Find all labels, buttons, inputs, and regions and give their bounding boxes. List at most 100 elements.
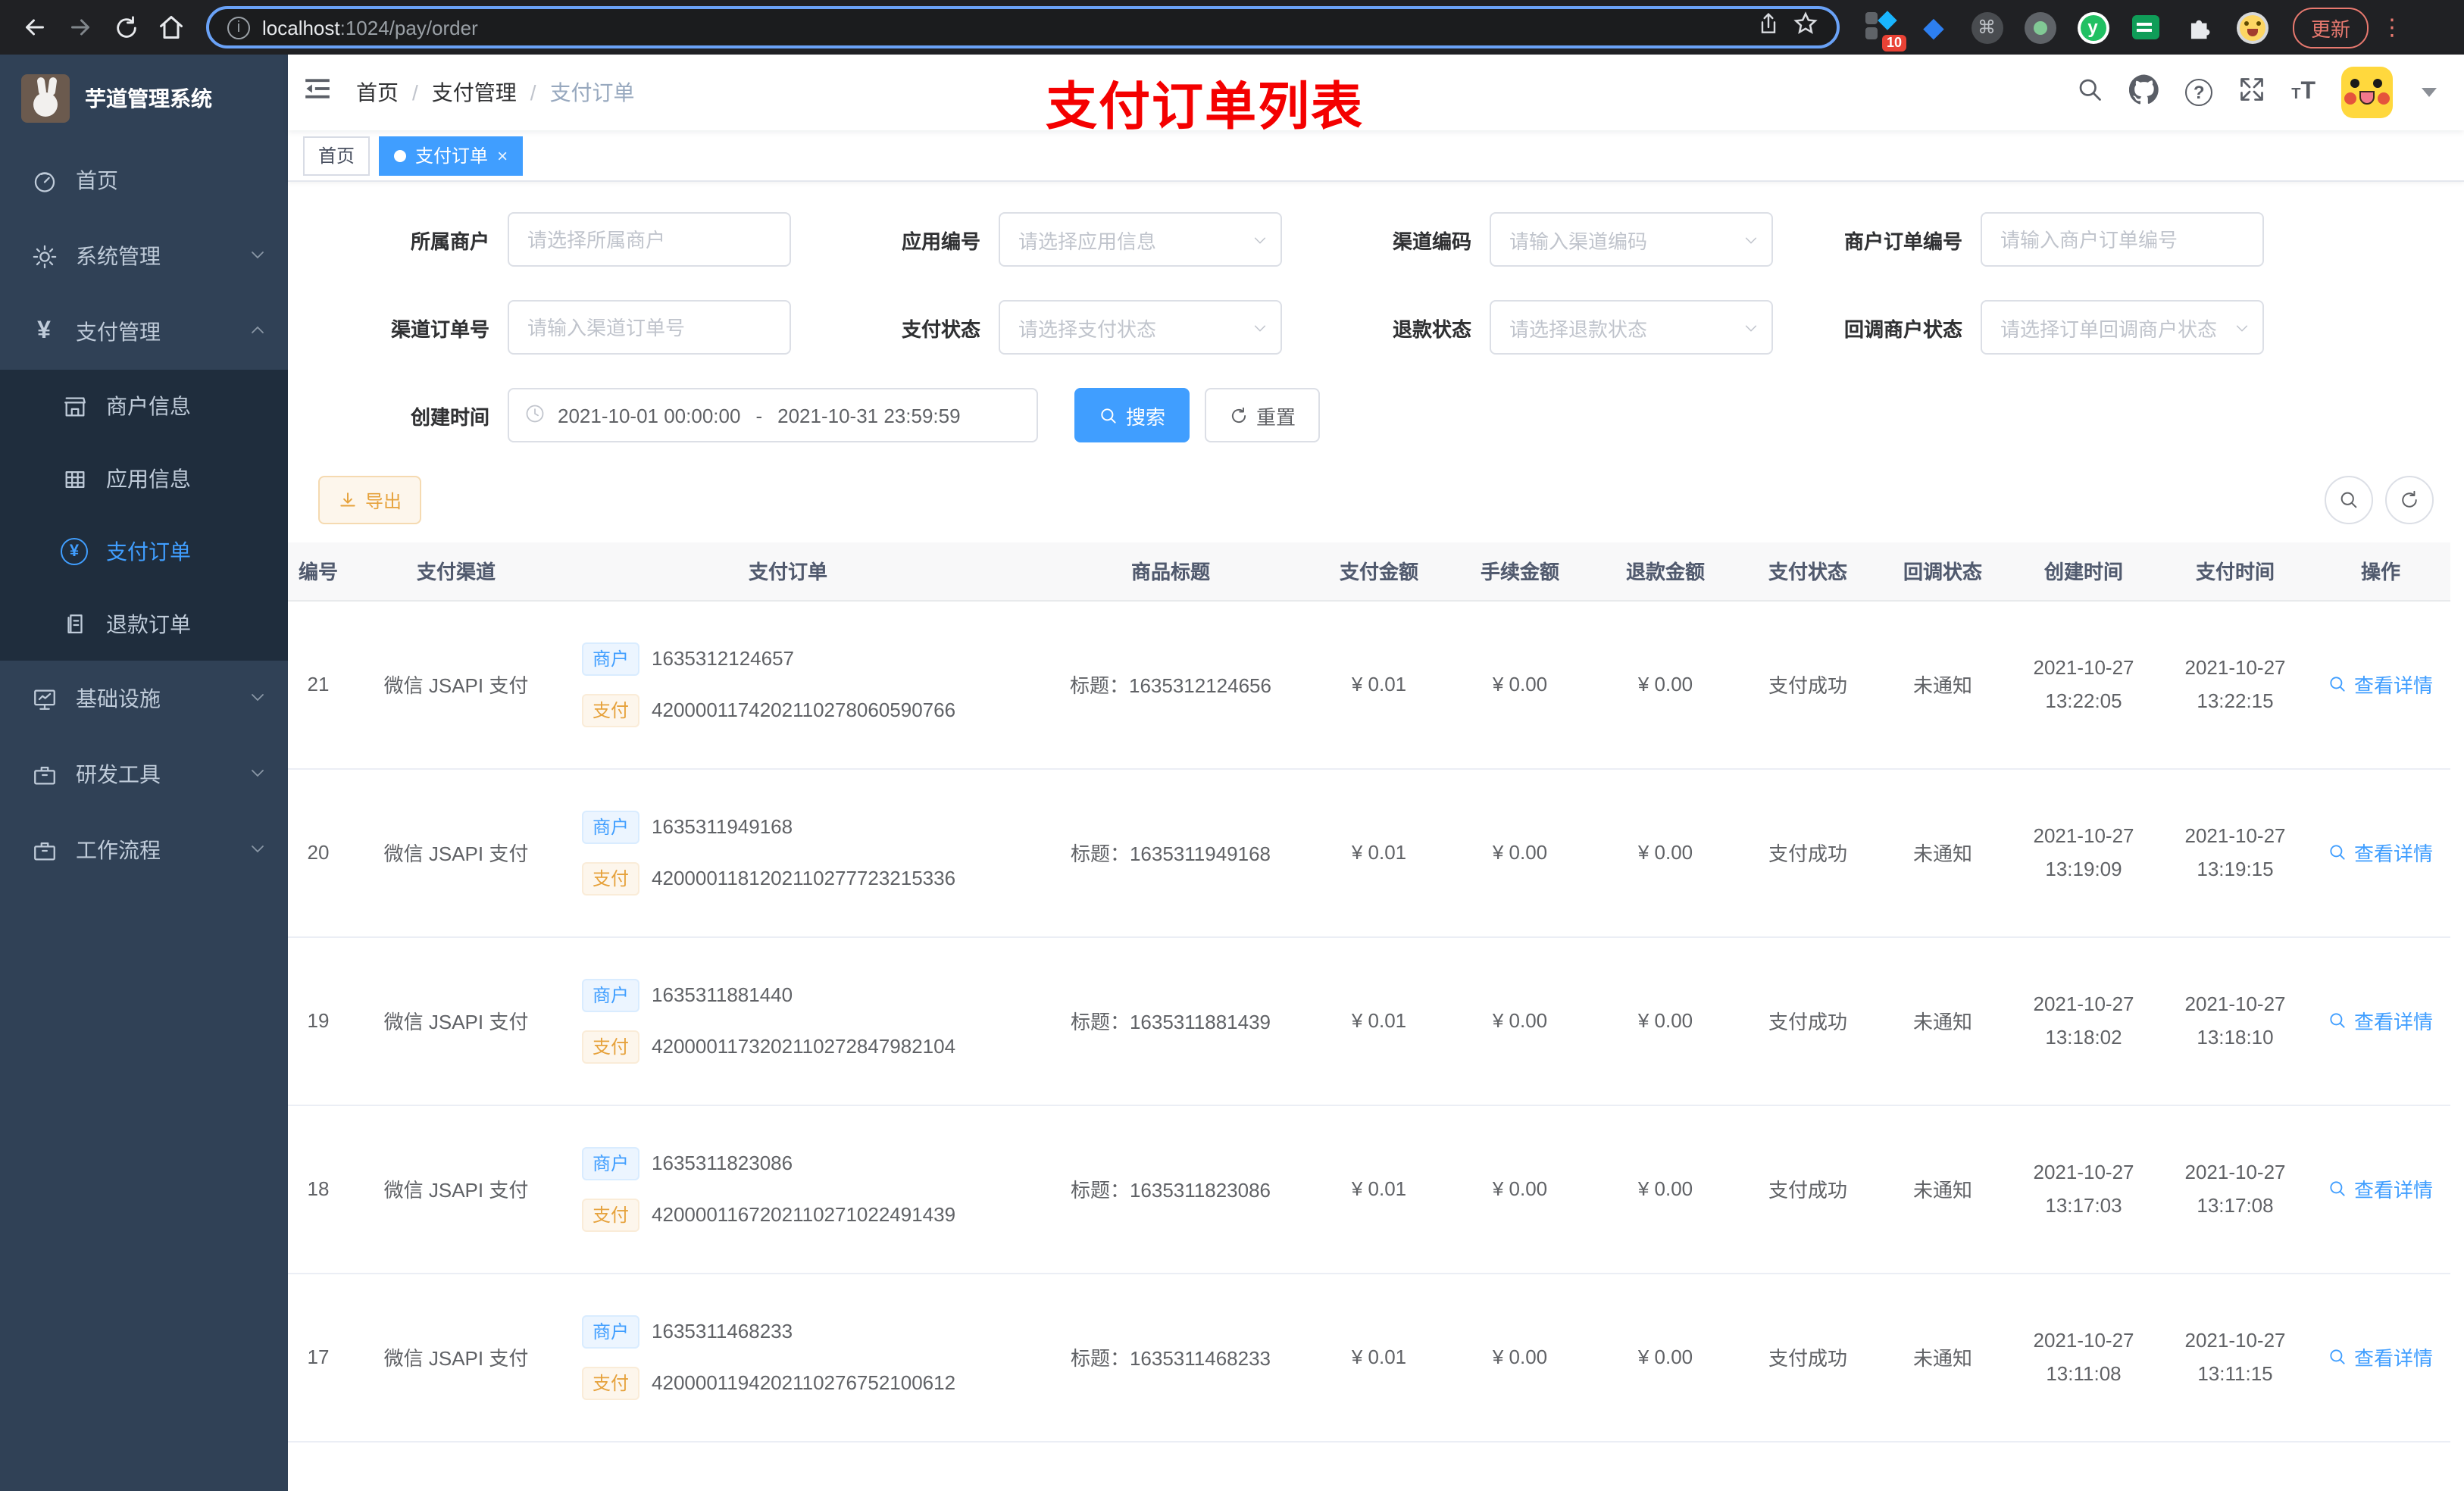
product-title-cell: 标题：1635311881439 xyxy=(1030,936,1311,1105)
pay-status-cell: 支付成功 xyxy=(1738,1105,1878,1274)
chevron-down-icon xyxy=(249,686,267,711)
chevron-down-icon xyxy=(249,838,267,862)
show-search-button[interactable] xyxy=(2325,476,2373,524)
sidebar-item-pay[interactable]: ¥ 支付管理 xyxy=(0,294,288,370)
view-detail-label: 查看详情 xyxy=(2353,842,2433,865)
refund-status-select[interactable]: 请选择退款状态 xyxy=(1490,300,1773,355)
avatar-caret-icon[interactable] xyxy=(2422,88,2437,97)
extension-command-icon[interactable]: ⌘ xyxy=(1970,11,2003,44)
sidebar-item-workflow[interactable]: 工作流程 xyxy=(0,812,288,888)
extension-dot-icon[interactable] xyxy=(2023,11,2056,44)
sidebar-item-home[interactable]: 首页 xyxy=(0,142,288,218)
extension-y-icon[interactable]: y xyxy=(2076,11,2109,44)
navbar: 首页 / 支付管理 / 支付订单 支付订单列表 ? TT xyxy=(288,55,2464,136)
url-path: :1024/pay/order xyxy=(339,16,478,39)
column-header: 手续金额 xyxy=(1447,542,1593,601)
view-detail-link[interactable]: 查看详情 xyxy=(2328,1174,2433,1203)
export-button[interactable]: 导出 xyxy=(318,476,422,524)
extension-gem-icon[interactable]: ◆ xyxy=(1917,11,1950,44)
sidebar-item-infra[interactable]: 基础设施 xyxy=(0,661,288,736)
pay-tag: 支付 xyxy=(582,1366,640,1399)
fee-amount-cell xyxy=(1447,1441,1593,1491)
view-detail-link[interactable]: 查看详情 xyxy=(2328,1006,2433,1035)
font-size-icon[interactable]: TT xyxy=(2291,79,2315,106)
refresh-button[interactable] xyxy=(2385,476,2434,524)
breadcrumb-pay[interactable]: 支付管理 xyxy=(432,77,517,108)
orders-table-wrap: 编号 支付渠道 支付订单 商品标题 支付金额 手续金额 退款金额 支付状态 回调状态 创建时间 支付… xyxy=(288,542,2464,1491)
merchant-order-no-input[interactable] xyxy=(1981,212,2264,267)
forward-icon[interactable] xyxy=(61,8,100,47)
pay-status-select[interactable]: 请选择支付状态 xyxy=(999,300,1282,355)
notify-status-cell: 未通知 xyxy=(1878,1105,2008,1274)
pay-order-line: 支付 4200001194202110276752100612 xyxy=(582,1366,955,1399)
chevron-down-icon xyxy=(1745,237,1757,244)
merchant-input[interactable] xyxy=(508,212,791,267)
product-title-cell: 标题：1635311823086 xyxy=(1030,1105,1311,1274)
pay-order-line: 支付 4200001173202110272847982104 xyxy=(582,1030,955,1063)
sidebar-item-pay-order[interactable]: ¥ 支付订单 xyxy=(0,515,288,588)
app-select[interactable]: 请选择应用信息 xyxy=(999,212,1282,267)
search-button[interactable]: 搜索 xyxy=(1074,388,1190,442)
table-row: 17 微信 JSAPI 支付 商户 1635311468233 支付 4200001194… xyxy=(288,1273,2450,1442)
app-logo-row[interactable]: 芋道管理系统 xyxy=(0,55,288,142)
chevron-down-icon xyxy=(1254,237,1266,244)
fee-amount-cell: ¥ 0.00 xyxy=(1447,1105,1593,1274)
pay-amount-cell: ¥ 0.01 xyxy=(1311,768,1447,937)
reload-icon[interactable] xyxy=(106,8,145,47)
created-time-cell: 2021-10-27 13:19:09 xyxy=(2008,768,2159,937)
sidebar-item-system[interactable]: 系统管理 xyxy=(0,218,288,294)
view-detail-link[interactable]: 查看详情 xyxy=(2328,838,2433,867)
sidebar-item-devtools[interactable]: 研发工具 xyxy=(0,736,288,812)
action-cell: 查看详情 xyxy=(2311,1273,2450,1442)
created-date: 2021-10-27 xyxy=(2033,1160,2134,1183)
chrome-menu-icon[interactable]: ⋮ xyxy=(2381,16,2403,39)
view-detail-link[interactable]: 查看详情 xyxy=(2328,1343,2433,1371)
reset-button[interactable]: 重置 xyxy=(1205,388,1321,442)
extension-chat-icon[interactable] xyxy=(2129,11,2162,44)
title-prefix: 标题： xyxy=(1070,1011,1130,1033)
channel-code-select[interactable]: 请输入渠道编码 xyxy=(1490,212,1773,267)
close-icon[interactable]: × xyxy=(497,146,508,164)
callback-status-select[interactable]: 请选择订单回调商户状态 xyxy=(1981,300,2264,355)
chrome-update-button[interactable]: 更新 xyxy=(2293,7,2369,48)
url-bar[interactable]: i localhost:1024/pay/order xyxy=(206,6,1840,48)
pay-status-cell xyxy=(1738,1441,1878,1491)
table-header-row: 编号 支付渠道 支付订单 商品标题 支付金额 手续金额 退款金额 支付状态 回调状态 创建时间 支付… xyxy=(288,542,2450,601)
create-time-range-picker[interactable]: 2021-10-01 00:00:00 - 2021-10-31 23:59:5… xyxy=(508,388,1038,442)
column-header: 创建时间 xyxy=(2008,542,2159,601)
search-icon[interactable] xyxy=(2076,75,2103,110)
briefcase-icon xyxy=(30,836,58,864)
profile-avatar-icon[interactable] xyxy=(2235,11,2269,44)
created-time: 13:17:03 xyxy=(2045,1193,2122,1216)
document-icon xyxy=(61,611,88,638)
fullscreen-icon[interactable] xyxy=(2238,75,2265,110)
bookmark-star-icon[interactable] xyxy=(1793,11,1818,44)
pay-channel-cell: 微信 JSAPI 支付 xyxy=(367,936,546,1105)
extension-grid-icon[interactable]: 10 xyxy=(1864,11,1906,52)
page-content: 所属商户 应用编号 请选择应用信息 渠道编码 请输入渠道编码 xyxy=(288,182,2464,1491)
help-icon[interactable]: ? xyxy=(2185,79,2213,106)
pay-order-lines: 商户 1635311823086 支付 42000011672021102710224… xyxy=(546,1146,1030,1231)
github-icon[interactable] xyxy=(2129,73,2159,111)
sidebar-item-refund-order[interactable]: 退款订单 xyxy=(0,588,288,661)
channel-order-no-input[interactable] xyxy=(508,300,791,355)
sidebar-item-app-info[interactable]: 应用信息 xyxy=(0,442,288,515)
back-icon[interactable] xyxy=(15,8,55,47)
order-id-cell: 20 xyxy=(288,768,367,937)
paid-time-cell: 2021-10-27 13:11:15 xyxy=(2159,1273,2311,1442)
merchant-order-no: 1635311468233 xyxy=(652,1320,793,1343)
sidebar-item-merchant-info[interactable]: 商户信息 xyxy=(0,370,288,442)
merchant-tag: 商户 xyxy=(582,810,640,843)
site-info-icon[interactable]: i xyxy=(227,16,250,39)
extensions-puzzle-icon[interactable] xyxy=(2182,11,2215,44)
tag-pay-order[interactable]: 支付订单 × xyxy=(379,136,524,175)
user-avatar[interactable] xyxy=(2341,67,2393,118)
share-icon[interactable] xyxy=(1756,11,1781,43)
view-detail-link[interactable]: 查看详情 xyxy=(2328,670,2433,699)
breadcrumb-home[interactable]: 首页 xyxy=(356,77,399,108)
extensions-bar: 10 ◆ ⌘ y xyxy=(1864,11,2269,52)
tag-home[interactable]: 首页 xyxy=(303,136,371,175)
product-title-cell: 标题：1635312124656 xyxy=(1030,600,1311,769)
sidebar-toggle-icon[interactable] xyxy=(303,74,332,111)
home-icon[interactable] xyxy=(152,8,191,47)
